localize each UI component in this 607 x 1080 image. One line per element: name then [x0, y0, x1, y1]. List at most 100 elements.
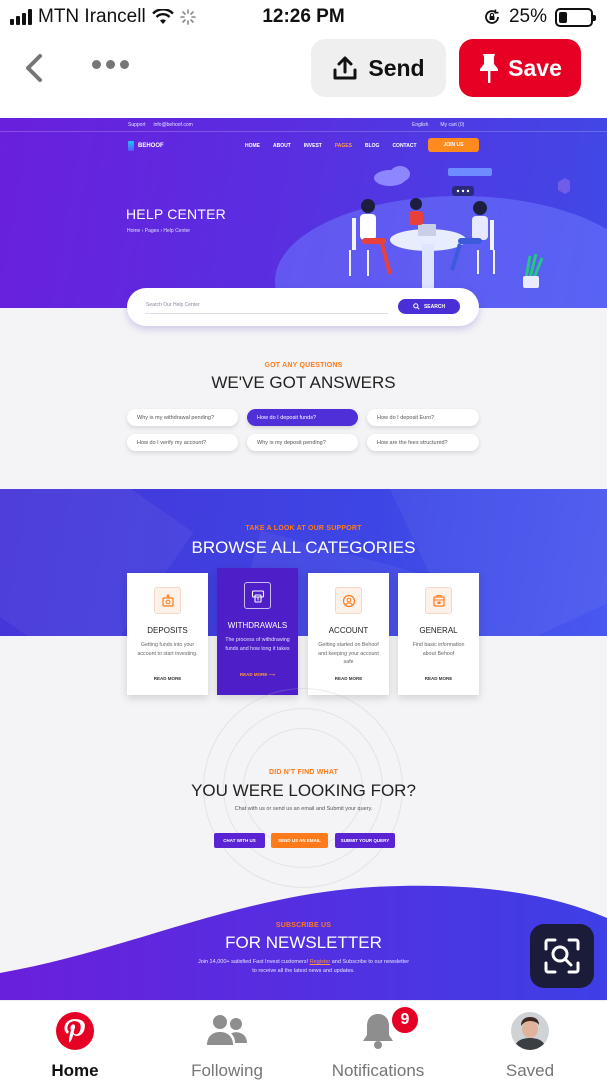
card-title: GENERAL [419, 626, 458, 635]
send-button[interactable]: Send [311, 39, 446, 97]
menu-item-blog: BLOG [364, 143, 380, 149]
menu-item-contact: CONTACT [392, 143, 417, 149]
battery-icon [555, 7, 596, 27]
dot-icon [120, 60, 129, 69]
send-label: Send [368, 54, 425, 81]
pin-toolbar: Send Save [0, 34, 607, 116]
category-card-account: ACCOUNT Getting started on Behoof and ke… [308, 573, 389, 695]
pushpin-icon [480, 54, 499, 83]
card-title: ACCOUNT [328, 626, 369, 635]
avatar [511, 1012, 549, 1050]
categories-kicker: TAKE A LOOK AT OUR SUPPORT [245, 525, 362, 532]
share-upload-icon [333, 56, 357, 80]
tab-label-saved: Saved [505, 1061, 555, 1080]
deposit-icon [154, 587, 181, 614]
faq-item: How are the fees structured? [367, 434, 479, 451]
faq-item: Why is my withdrawal pending? [127, 409, 238, 426]
tab-label-following: Following [191, 1061, 263, 1080]
newsletter-line-1-post: and Subscribe to our newsletter [330, 959, 410, 965]
chat-with-us-button: CHAT WITH US [214, 833, 265, 848]
pinterest-icon [56, 1012, 94, 1050]
brand-logo: BEHOOF [128, 141, 164, 151]
category-card-general: GENERAL Find basic information about Beh… [398, 573, 479, 695]
save-label: Save [508, 54, 562, 81]
email-link: info@behoof.com [153, 122, 193, 128]
card-read-more: READ MORE [424, 676, 453, 681]
support-team-illustration [349, 166, 570, 302]
card-description: The process of withdrawing funds and how… [225, 637, 290, 652]
withdraw-icon [244, 582, 271, 609]
search-underline [145, 313, 388, 314]
menu-item-pages: PAGES [334, 143, 352, 149]
general-info-icon [425, 587, 452, 614]
categories-banner [0, 489, 607, 636]
faq-kicker: GOT ANY QUESTIONS [264, 362, 343, 369]
save-button[interactable]: Save [459, 39, 581, 97]
card-description: Getting started on Behoof and keeping yo… [318, 642, 379, 665]
utility-bar: Support info@behoof.com English My cart … [0, 118, 607, 132]
cart-link: My cart (0) [440, 122, 465, 128]
faq-item: How do I verify my account? [127, 434, 238, 451]
category-card-withdrawals: WITHDRAWALS The process of withdrawing f… [217, 568, 298, 695]
contact-title: YOU WERE LOOKING FOR? [191, 781, 416, 800]
faq-item: How do I deposit Euro? [367, 409, 479, 426]
menu-item-invest: INVEST [303, 143, 322, 149]
bottom-tab-bar: Home Following Notifications Saved [0, 1000, 607, 1080]
account-icon [335, 587, 362, 614]
more-options-button[interactable] [92, 60, 129, 69]
dot-icon [106, 60, 115, 69]
hero-banner: Support info@behoof.com English My cart … [0, 118, 607, 308]
contact-subtitle: Chat with us or send us an email and Sub… [234, 806, 373, 812]
status-right: 25% [483, 6, 596, 28]
faq-item: Why is my deposit pending? [247, 434, 358, 451]
tab-label-home: Home [51, 1061, 99, 1080]
newsletter-title: FOR NEWSLETTER [225, 933, 382, 952]
card-title: WITHDRAWALS [227, 621, 288, 630]
faq-item-active: How do I deposit funds? [247, 409, 358, 426]
site-menu: HOME ABOUT INVEST PAGES BLOG CONTACT [245, 143, 417, 149]
newsletter-line-1-pre: Join 14,000+ satisfied Fast Invest custo… [197, 959, 310, 965]
help-search-button: SEARCH [398, 299, 460, 314]
faq-title: WE'VE GOT ANSWERS [211, 373, 396, 392]
card-description: Getting funds into your account to start… [137, 642, 198, 657]
tab-notifications[interactable]: Notifications [303, 1009, 453, 1080]
join-us-button: JOIN US [428, 138, 479, 152]
back-button[interactable] [18, 48, 54, 88]
dot-icon [92, 60, 101, 69]
send-email-button: SEND US AN EMAIL [271, 833, 328, 848]
menu-item-about: ABOUT [273, 143, 291, 149]
status-bar: MTN Irancell 12:26 PM 25% [0, 0, 607, 34]
tab-saved[interactable]: Saved [455, 1009, 605, 1080]
hero-title: HELP CENTER [126, 206, 226, 222]
battery-fill [559, 11, 567, 23]
card-read-more: READ MORE ⟶ [239, 672, 276, 677]
search-icon [413, 303, 420, 310]
tab-home[interactable]: Home [0, 1009, 150, 1080]
newsletter-line-2: to receive all the latest news and updat… [252, 968, 355, 974]
people-icon [207, 1015, 247, 1045]
language-selector: English [412, 122, 429, 128]
menu-item-home: HOME [245, 143, 260, 149]
breadcrumb: Home › Pages › Help Center [127, 228, 191, 234]
brand-name: BEHOOF [138, 143, 164, 149]
register-link: Register [309, 959, 331, 965]
help-search-box: Search Our Help Center SEARCH [127, 288, 479, 326]
site-nav: BEHOOF HOME ABOUT INVEST PAGES BLOG CONT… [0, 136, 607, 158]
chevron-left-icon [26, 54, 42, 82]
card-read-more: READ MORE [334, 676, 363, 681]
tab-following[interactable]: Following [152, 1009, 302, 1080]
categories-title: BROWSE ALL CATEGORIES [191, 538, 416, 557]
contact-kicker: DID N'T FIND WHAT [268, 769, 339, 776]
pin-image[interactable]: Support info@behoof.com English My cart … [0, 118, 607, 1000]
battery-percent: 25% [508, 6, 547, 27]
notification-count-badge: 9 [390, 1005, 420, 1035]
search-button-label: SEARCH [423, 303, 446, 310]
newsletter-line-1: Join 14,000+ satisfied Fast Invest custo… [0, 959, 607, 965]
tab-label-notifications: Notifications [331, 1061, 425, 1080]
visual-search-button[interactable] [530, 924, 594, 988]
submit-query-button: SUBMIT YOUR QUERY [335, 833, 395, 848]
card-read-more: READ MORE [153, 676, 182, 681]
orientation-lock-icon [485, 9, 499, 24]
lens-search-icon [544, 938, 580, 974]
pin-closeup-screen: MTN Irancell 12:26 PM 25% Send Save Supp… [0, 0, 607, 1080]
